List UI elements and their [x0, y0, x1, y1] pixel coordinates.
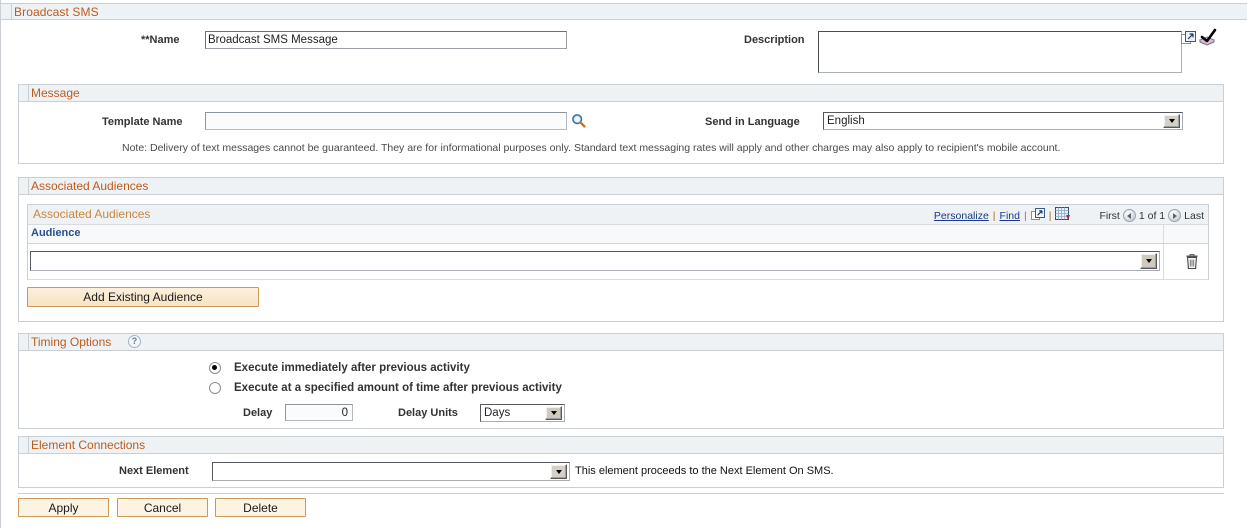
delay-units-value: Days [484, 407, 511, 419]
magnifier-lookup-icon[interactable] [571, 113, 586, 128]
chevron-down-icon[interactable] [550, 464, 567, 479]
audiences-grid-title: Associated Audiences [33, 207, 151, 221]
toolbar-sep-3: | [1048, 209, 1052, 222]
next-page-icon[interactable] [1168, 209, 1182, 222]
footer-separator [18, 493, 1224, 494]
sms-disclaimer-note: Note: Delivery of text messages cannot b… [122, 142, 1061, 154]
table-row [28, 244, 1208, 280]
audiences-column-header-row: Audience [28, 225, 1208, 244]
download-to-excel-icon[interactable] [1055, 207, 1071, 224]
delay-units-label: Delay Units [398, 407, 458, 419]
personalize-link[interactable]: Personalize [934, 210, 989, 222]
trash-delete-icon[interactable] [1185, 254, 1198, 270]
connections-section-title: Element Connections [31, 438, 146, 452]
next-element-label: Next Element [119, 465, 189, 477]
add-existing-audience-button[interactable]: Add Existing Audience [27, 287, 259, 307]
timing-header-divider [19, 334, 29, 350]
radio-execute-delayed[interactable] [209, 382, 221, 394]
expand-window-icon[interactable] [1181, 31, 1197, 46]
name-input[interactable] [205, 31, 567, 49]
element-connections-section: Element Connections [18, 436, 1224, 488]
page-count: 1 of 1 [1138, 209, 1166, 222]
page-title-bar: Broadcast SMS [1, 3, 1247, 20]
title-divider [1, 4, 12, 19]
page-title: Broadcast SMS [14, 5, 99, 19]
audiences-grid-toolbar: Personalize | Find | | First 1 of 1 Last [934, 207, 1204, 224]
timing-section-title: Timing Options [31, 335, 112, 349]
connections-header-divider [19, 437, 29, 453]
chevron-down-icon[interactable] [1140, 253, 1157, 269]
message-section-header: Message [19, 85, 1223, 102]
timing-options-section: Timing Options [18, 333, 1224, 429]
prev-page-icon[interactable] [1122, 209, 1136, 222]
chevron-down-icon[interactable] [1163, 114, 1180, 128]
description-textarea[interactable] [818, 31, 1182, 73]
message-header-divider [19, 85, 29, 101]
apply-button[interactable]: Apply [18, 498, 109, 517]
audience-select[interactable] [30, 251, 1160, 271]
radio-label-execute-immediately: Execute immediately after previous activ… [234, 362, 470, 374]
delay-input[interactable] [285, 404, 353, 421]
delay-units-select[interactable]: Days [480, 404, 565, 422]
radio-label-execute-delayed: Execute at a specified amount of time af… [234, 382, 562, 394]
last-page-label[interactable]: Last [1184, 210, 1204, 222]
view-all-expand-icon[interactable] [1030, 207, 1045, 224]
spellcheck-icon[interactable] [1198, 28, 1218, 48]
template-name-label: Template Name [102, 116, 183, 128]
audiences-grid-header: Associated Audiences Personalize | Find … [28, 205, 1208, 225]
audiences-section-header: Associated Audiences [19, 178, 1223, 195]
audience-column-header: Audience [31, 227, 81, 239]
send-language-label: Send in Language [705, 116, 800, 128]
find-link[interactable]: Find [1000, 210, 1020, 222]
audiences-section-title: Associated Audiences [31, 179, 149, 193]
radio-execute-immediately[interactable] [209, 362, 221, 374]
timing-section-header: Timing Options [19, 334, 1223, 351]
delete-button[interactable]: Delete [215, 498, 306, 517]
row-divider [1163, 244, 1164, 279]
message-section-title: Message [31, 86, 80, 100]
send-language-value: English [827, 115, 865, 127]
delay-label: Delay [243, 407, 273, 419]
audiences-header-divider [19, 178, 29, 194]
chevron-down-icon[interactable] [545, 406, 562, 420]
name-label: **Name [141, 34, 180, 46]
cancel-button[interactable]: Cancel [117, 498, 208, 517]
template-name-input[interactable] [205, 112, 567, 130]
description-label: Description [744, 34, 805, 46]
broadcast-sms-page: Broadcast SMS **Name Description Message… [0, 0, 1251, 531]
help-question-icon[interactable]: ? [128, 335, 141, 348]
connections-section-header: Element Connections [19, 437, 1223, 454]
toolbar-sep-2: | [1023, 209, 1027, 222]
next-element-select[interactable] [212, 462, 570, 481]
first-page-label[interactable]: First [1099, 210, 1119, 222]
audiences-grid: Associated Audiences Personalize | Find … [27, 204, 1209, 280]
toolbar-sep-1: | [992, 209, 996, 222]
column-divider [1163, 225, 1164, 243]
next-element-hint: This element proceeds to the Next Elemen… [575, 465, 834, 477]
send-language-select[interactable]: English [823, 112, 1183, 130]
